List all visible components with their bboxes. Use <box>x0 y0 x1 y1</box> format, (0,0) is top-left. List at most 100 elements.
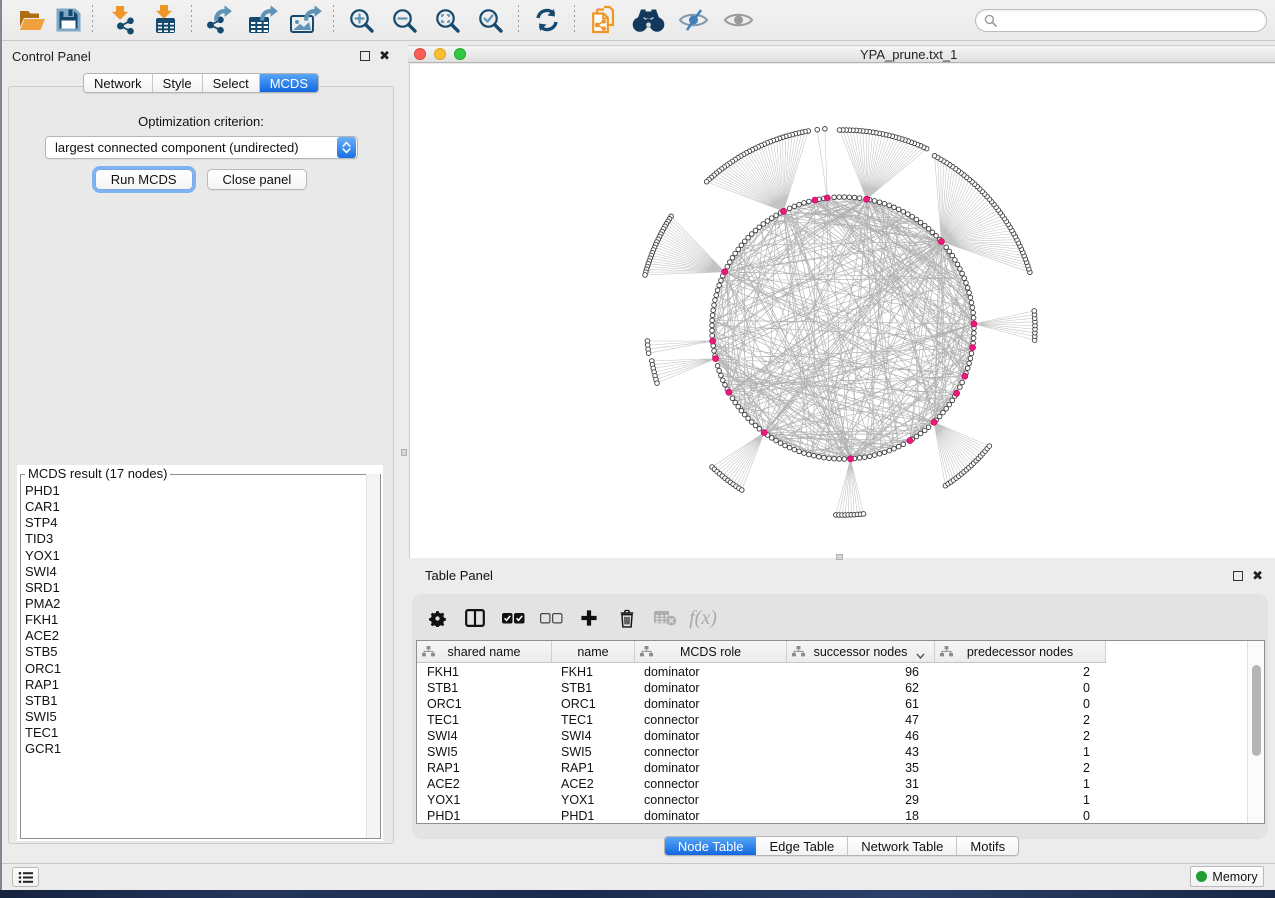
table-float-icon[interactable] <box>1233 571 1243 581</box>
column-header-successor-nodes[interactable]: successor nodes <box>787 641 935 662</box>
export-network-icon[interactable] <box>198 3 241 37</box>
minimize-window-button[interactable] <box>434 48 446 60</box>
select-all-icon[interactable] <box>494 599 532 637</box>
table-toolbar: f(x) <box>414 596 1266 640</box>
column-type-icon <box>422 646 435 660</box>
close-panel-button[interactable]: Close panel <box>207 169 308 190</box>
toolbar-separator <box>333 5 334 35</box>
mcds-node-item[interactable]: ORC1 <box>20 661 366 677</box>
mcds-node-item[interactable]: CAR1 <box>20 499 366 515</box>
column-type-icon <box>792 646 805 660</box>
zoom-in-icon[interactable] <box>340 3 383 37</box>
zoom-selected-icon[interactable] <box>469 3 512 37</box>
deselect-all-icon[interactable] <box>532 599 570 637</box>
table-header: shared namenameMCDS rolesuccessor nodesp… <box>417 641 1106 663</box>
mcds-node-item[interactable]: SRD1 <box>20 580 366 596</box>
column-header-MCDS-role[interactable]: MCDS role <box>635 641 787 662</box>
mcds-node-item[interactable]: TEC1 <box>20 725 366 741</box>
status-bar: Memory <box>0 863 1275 890</box>
optimization-criterion-label: Optimization criterion: <box>9 114 393 129</box>
table-body: FKH1FKH1dominator962STB1STB1dominator620… <box>417 664 1247 823</box>
table-row[interactable]: SWI5SWI5connector431 <box>417 744 1247 760</box>
mcds-node-item[interactable]: SWI4 <box>20 564 366 580</box>
mcds-node-item[interactable]: FKH1 <box>20 612 366 628</box>
tab-network[interactable]: Network <box>84 74 153 92</box>
save-session-icon[interactable] <box>50 3 86 37</box>
zoom-out-icon[interactable] <box>383 3 426 37</box>
tab-edge-table[interactable]: Edge Table <box>756 837 848 855</box>
tab-node-table[interactable]: Node Table <box>665 837 757 855</box>
mcds-node-item[interactable]: STB1 <box>20 693 366 709</box>
table-close-icon[interactable]: ✖ <box>1252 568 1263 584</box>
table-row[interactable]: SWI4SWI4dominator462 <box>417 728 1247 744</box>
table-row[interactable]: PHD1PHD1dominator180 <box>417 808 1247 823</box>
network-canvas[interactable] <box>409 64 1275 558</box>
export-table-icon[interactable] <box>241 3 284 37</box>
search-input[interactable] <box>997 13 1258 28</box>
tab-select[interactable]: Select <box>203 74 260 92</box>
mcds-node-item[interactable]: PHD1 <box>20 483 366 499</box>
column-type-icon <box>640 646 653 660</box>
mcds-node-item[interactable]: GCR1 <box>20 741 366 757</box>
mcds-node-item[interactable]: ACE2 <box>20 628 366 644</box>
show-all-icon[interactable] <box>716 3 761 37</box>
table-row[interactable]: FKH1FKH1dominator962 <box>417 664 1247 680</box>
mcds-node-item[interactable]: STP4 <box>20 515 366 531</box>
table-row[interactable]: TEC1TEC1connector472 <box>417 712 1247 728</box>
network-view-titlebar[interactable]: YPA_prune.txt_1 <box>408 45 1275 63</box>
table-row[interactable]: ORC1ORC1dominator610 <box>417 696 1247 712</box>
tab-style[interactable]: Style <box>153 74 203 92</box>
mcds-node-item[interactable]: YOX1 <box>20 548 366 564</box>
table-row[interactable]: ACE2ACE2connector311 <box>417 776 1247 792</box>
toolbar-separator <box>518 5 519 35</box>
close-panel-icon[interactable]: ✖ <box>379 48 390 64</box>
table-row[interactable]: RAP1RAP1dominator352 <box>417 760 1247 776</box>
export-image-icon[interactable] <box>284 3 327 37</box>
mcds-node-item[interactable]: SWI5 <box>20 709 366 725</box>
vertical-splitter[interactable] <box>400 41 408 866</box>
column-header-name[interactable]: name <box>552 641 635 662</box>
column-type-icon <box>940 646 953 660</box>
mcds-result-list[interactable]: PHD1CAR1STP4TID3YOX1SWI4SRD1PMA2FKH1ACE2… <box>20 483 366 838</box>
mcds-node-item[interactable]: STB5 <box>20 644 366 660</box>
table-row[interactable]: STB1STB1dominator620 <box>417 680 1247 696</box>
task-history-button[interactable] <box>12 867 39 887</box>
close-window-button[interactable] <box>414 48 426 60</box>
control-panel-titlebar: Control Panel ✖ <box>2 41 400 67</box>
tab-network-table[interactable]: Network Table <box>848 837 957 855</box>
run-mcds-button[interactable]: Run MCDS <box>95 169 193 190</box>
table-panel-titlebar: Table Panel ✖ <box>408 563 1275 588</box>
mcds-result-scrollbar[interactable] <box>366 474 380 838</box>
mcds-node-item[interactable]: PMA2 <box>20 596 366 612</box>
memory-button[interactable]: Memory <box>1190 866 1264 887</box>
desktop-wallpaper <box>0 890 1275 898</box>
clone-network-icon[interactable] <box>581 3 626 37</box>
table-row[interactable]: YOX1YOX1connector291 <box>417 792 1247 808</box>
delete-column-icon[interactable] <box>608 599 646 637</box>
import-table-icon[interactable] <box>142 3 185 37</box>
mcds-node-item[interactable]: RAP1 <box>20 677 366 693</box>
apply-layout-icon[interactable] <box>525 3 568 37</box>
float-panel-icon[interactable] <box>360 51 370 61</box>
open-file-icon[interactable] <box>14 3 50 37</box>
tab-mcds[interactable]: MCDS <box>260 74 318 92</box>
optimization-criterion-select[interactable]: largest connected component (undirected) <box>45 136 358 159</box>
horizontal-splitter[interactable] <box>836 554 843 560</box>
mcds-node-item[interactable]: TID3 <box>20 531 366 547</box>
table-settings-icon[interactable] <box>418 599 456 637</box>
column-header-shared-name[interactable]: shared name <box>417 641 552 662</box>
import-network-icon[interactable] <box>99 3 142 37</box>
main-toolbar <box>0 0 1275 41</box>
maximize-window-button[interactable] <box>454 48 466 60</box>
hide-selected-icon[interactable] <box>671 3 716 37</box>
tab-motifs[interactable]: Motifs <box>957 837 1018 855</box>
node-table: shared namenameMCDS rolesuccessor nodesp… <box>416 640 1265 824</box>
show-columns-icon[interactable] <box>456 599 494 637</box>
find-icon[interactable] <box>626 3 671 37</box>
zoom-fit-icon[interactable] <box>426 3 469 37</box>
search-field[interactable] <box>975 9 1267 32</box>
table-scrollbar[interactable] <box>1247 641 1264 823</box>
search-icon <box>984 14 997 27</box>
column-header-predecessor-nodes[interactable]: predecessor nodes <box>935 641 1106 662</box>
add-column-icon[interactable] <box>570 599 608 637</box>
